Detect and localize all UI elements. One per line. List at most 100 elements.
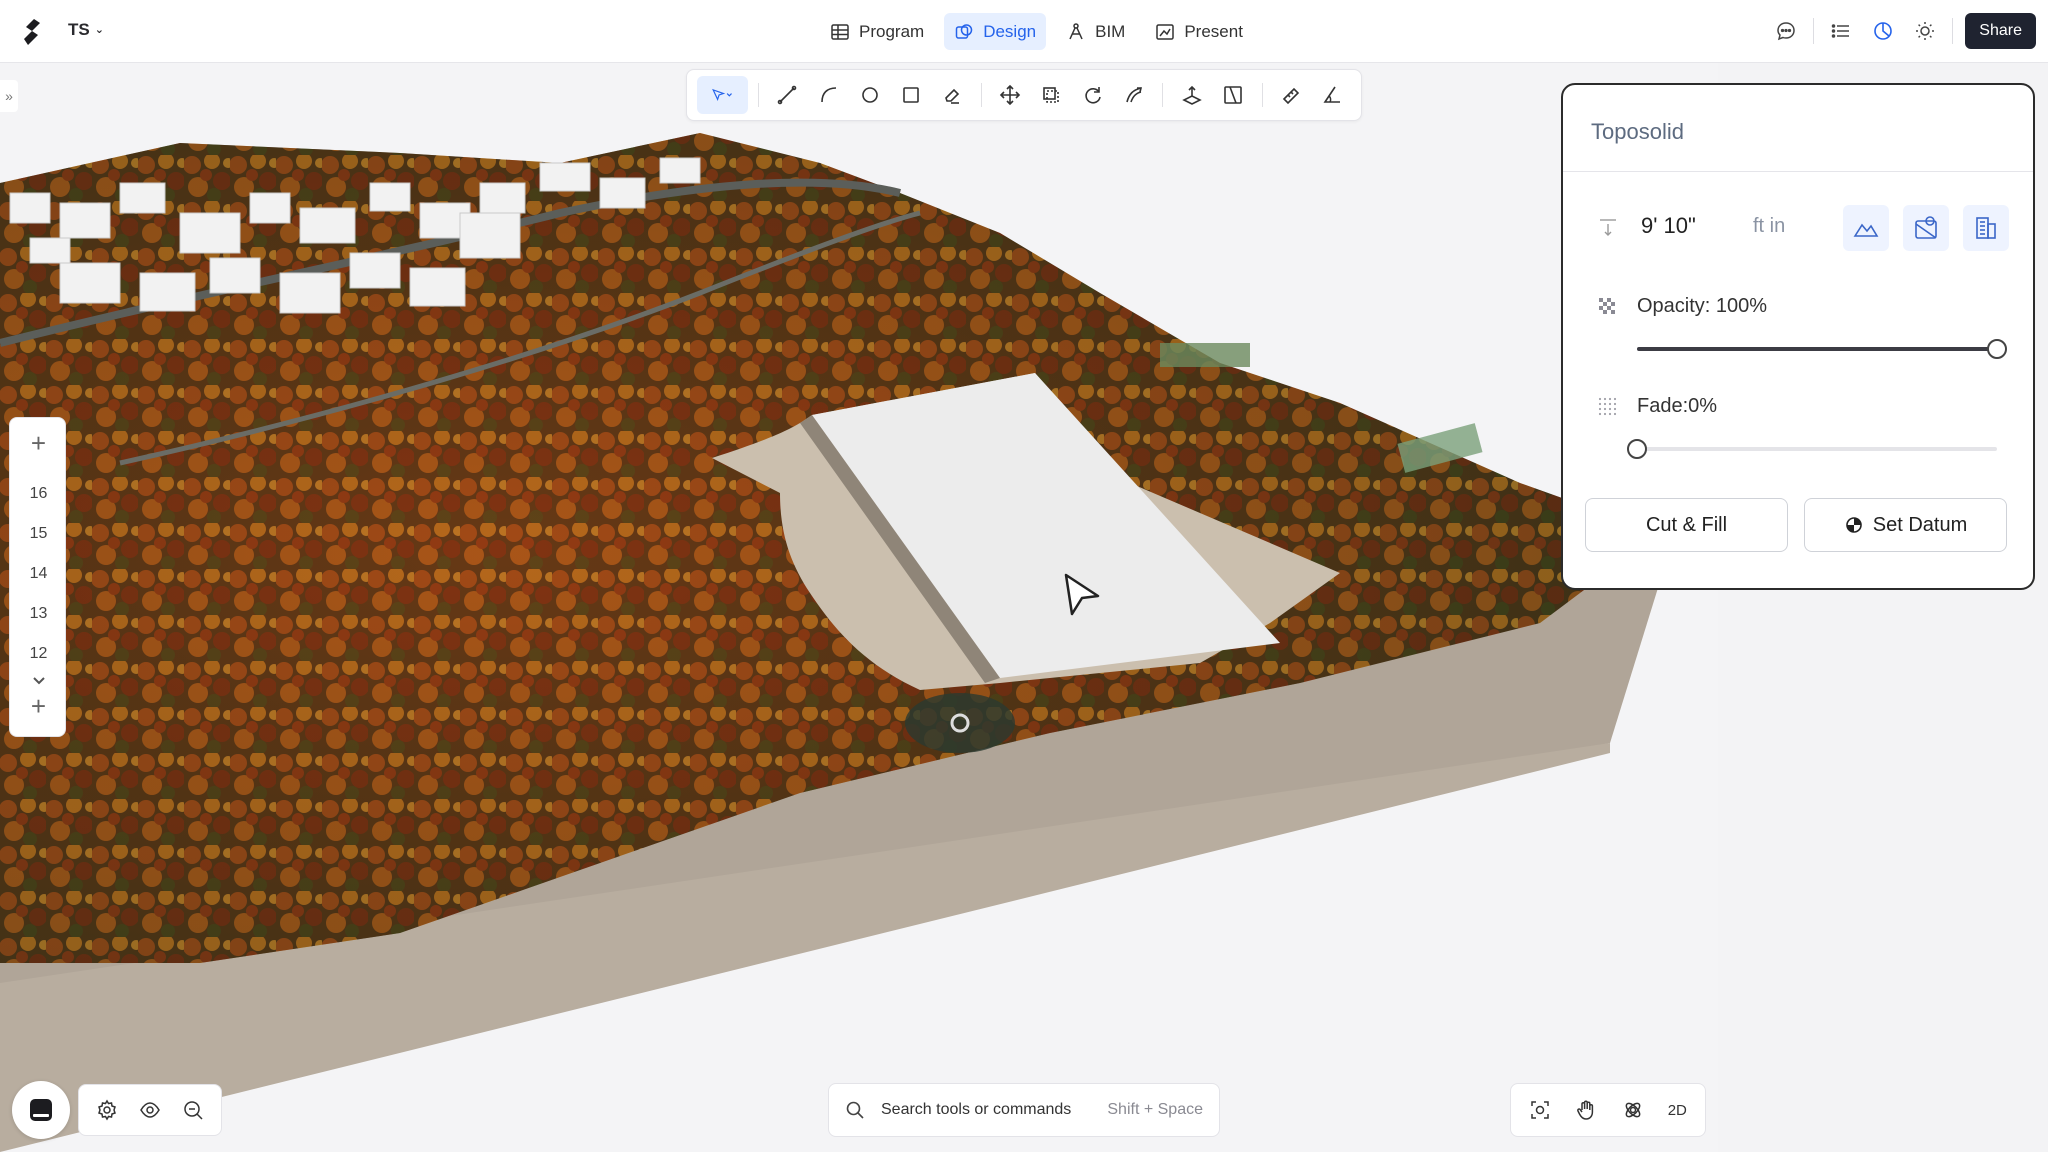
circle-tool[interactable]	[851, 76, 888, 114]
opacity-slider-thumb[interactable]	[1987, 339, 2007, 359]
chevron-down-icon[interactable]	[10, 673, 67, 691]
panel-title: Toposolid	[1591, 119, 1684, 144]
push-pull-icon	[1182, 85, 1202, 105]
rotate-icon	[1084, 87, 1101, 104]
nav-label: BIM	[1095, 21, 1126, 41]
add-level-above-button[interactable]: +	[10, 428, 67, 459]
nav-design[interactable]: Design	[944, 13, 1047, 50]
level-item[interactable]: 12	[10, 645, 67, 663]
tape-measure-icon	[1283, 87, 1300, 105]
angle-tool[interactable]	[1314, 76, 1351, 114]
eye-icon[interactable]	[139, 1099, 161, 1121]
search-icon	[846, 1101, 864, 1119]
level-item[interactable]: 16	[10, 485, 67, 503]
datum-target-icon	[1845, 517, 1862, 533]
zoom-icon[interactable]	[182, 1099, 204, 1121]
divider	[1952, 18, 1954, 44]
move-tool[interactable]	[992, 76, 1029, 114]
map-mode-button[interactable]	[1903, 205, 1949, 251]
chat-bubble-icon	[1777, 22, 1796, 41]
offset-icon	[1126, 87, 1142, 103]
flip-icon	[1224, 86, 1242, 104]
fade-label: Fade:0%	[1637, 395, 1718, 417]
mountain-icon	[1853, 223, 1879, 237]
list-button[interactable]	[1826, 13, 1856, 49]
app-menu-button[interactable]	[12, 1081, 70, 1139]
fade-slider-thumb[interactable]	[1627, 439, 1647, 459]
opacity-label: Opacity: 100%	[1637, 295, 1768, 317]
opacity-slider[interactable]	[1637, 339, 2007, 359]
divider	[757, 83, 759, 107]
rectangle-tool[interactable]	[892, 76, 929, 114]
cut-fill-button[interactable]: Cut & Fill	[1585, 498, 1788, 552]
level-item[interactable]: 14	[10, 565, 67, 583]
cursor-arrow	[1064, 573, 1100, 616]
top-bar: TS ⌄ Program Design BIM Present Share	[0, 0, 2048, 63]
copy-icon	[1043, 87, 1060, 103]
terrain-mode-button[interactable]	[1843, 205, 1889, 251]
nav-program[interactable]: Program	[820, 13, 934, 50]
drawing-toolbar	[686, 69, 1362, 121]
search-placeholder: Search tools or commands	[881, 1101, 1072, 1118]
list-icon	[1832, 24, 1850, 38]
viewport-3d[interactable]	[0, 63, 1718, 1152]
set-datum-label: Set Datum	[1872, 513, 1968, 536]
nav-bim[interactable]: BIM	[1056, 13, 1135, 50]
top-right-actions: Share	[1771, 13, 2036, 49]
main-nav: Program Design BIM Present	[820, 13, 1253, 50]
arc-tool[interactable]	[810, 76, 847, 114]
opacity-icon	[1599, 298, 1615, 314]
set-datum-button[interactable]: Set Datum	[1804, 498, 2007, 552]
inbox-icon	[30, 1099, 52, 1121]
gear-icon[interactable]	[96, 1099, 118, 1121]
height-value[interactable]: 9' 10"	[1641, 213, 1696, 239]
divider	[1563, 171, 2033, 172]
table-icon	[831, 23, 849, 40]
nav-label: Design	[983, 21, 1037, 41]
orbit-icon[interactable]	[1622, 1099, 1644, 1121]
fade-icon	[1598, 397, 1617, 416]
nav-label: Present	[1184, 21, 1243, 41]
eraser-tool[interactable]	[934, 76, 971, 114]
opacity-slider-fill	[1637, 347, 1997, 351]
tape-measure-tool[interactable]	[1273, 76, 1310, 114]
project-switcher[interactable]: TS ⌄	[68, 20, 104, 40]
share-button[interactable]: Share	[1965, 13, 2036, 49]
add-level-below-button[interactable]: +	[10, 691, 67, 722]
project-name: TS	[68, 20, 90, 39]
line-tool[interactable]	[769, 76, 806, 114]
select-tool[interactable]	[697, 76, 748, 114]
offset-tool[interactable]	[1115, 76, 1152, 114]
sun-button[interactable]	[1910, 13, 1940, 49]
view-mode-toggle[interactable]: 2D	[1668, 1102, 1687, 1119]
hand-icon[interactable]	[1575, 1099, 1597, 1121]
buildings-mode-button[interactable]	[1963, 205, 2009, 251]
compass-icon	[1069, 22, 1083, 39]
screenshot-icon[interactable]	[1529, 1099, 1551, 1121]
arc-icon	[820, 87, 836, 103]
rotate-tool[interactable]	[1074, 76, 1111, 114]
map-pin-icon	[1915, 216, 1937, 239]
flip-tool[interactable]	[1215, 76, 1252, 114]
level-item[interactable]: 15	[10, 525, 67, 543]
level-selector: + 16 15 14 13 12 +	[9, 417, 66, 737]
units-label[interactable]: ft in	[1753, 215, 1785, 238]
fade-slider[interactable]	[1627, 439, 1997, 459]
expand-sidebar-icon[interactable]: »	[0, 80, 18, 112]
logo-icon[interactable]	[18, 17, 44, 47]
design-icon	[955, 23, 973, 39]
select-icon	[712, 88, 733, 101]
nav-present[interactable]: Present	[1145, 13, 1253, 50]
height-offset-icon	[1600, 219, 1616, 236]
copy-tool[interactable]	[1033, 76, 1070, 114]
comments-button[interactable]	[1771, 13, 1801, 49]
chevron-down-icon: ⌄	[94, 23, 104, 36]
move-icon	[1000, 84, 1021, 106]
search-shortcut: Shift + Space	[1107, 1101, 1203, 1118]
analysis-button[interactable]	[1868, 13, 1898, 49]
push-pull-tool[interactable]	[1173, 76, 1210, 114]
sun-icon	[1916, 22, 1935, 40]
command-search[interactable]: Search tools or commands Shift + Space	[828, 1083, 1220, 1137]
camera-toolbar: 2D	[1510, 1083, 1706, 1137]
level-item[interactable]: 13	[10, 605, 67, 623]
